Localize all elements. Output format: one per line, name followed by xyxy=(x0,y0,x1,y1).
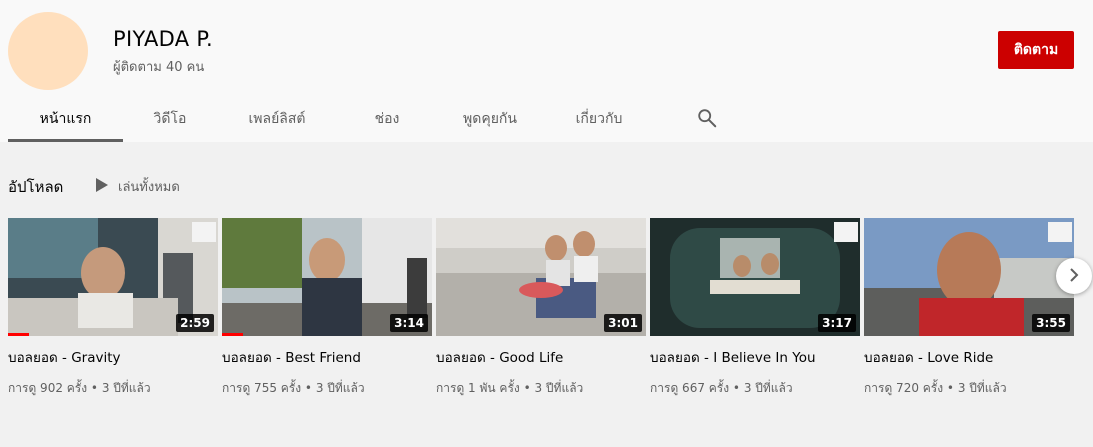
video-card[interactable]: 3:17 บอลยอด - I Believe In You การดู 667… xyxy=(650,218,860,398)
upload-age: 3 ปีที่แล้ว xyxy=(957,381,1007,395)
view-count: การดู 902 ครั้ง xyxy=(8,381,88,395)
video-thumbnail[interactable]: 3:01 xyxy=(436,218,646,336)
view-count: การดู 1 พัน ครั้ง xyxy=(436,381,520,395)
duration-badge: 3:14 xyxy=(390,314,428,332)
video-title[interactable]: บอลยอด - Gravity xyxy=(8,346,218,368)
upload-age: 3 ปีที่แล้ว xyxy=(743,381,793,395)
tab-videos[interactable]: วิดีโอ xyxy=(123,96,217,142)
video-title[interactable]: บอลยอด - Love Ride xyxy=(864,346,1074,368)
video-meta: การดู 902 ครั้ง • 3 ปีที่แล้ว xyxy=(8,381,151,395)
channel-name: PIYADA P. xyxy=(113,27,214,51)
tab-home[interactable]: หน้าแรก xyxy=(8,96,123,142)
upload-age: 3 ปีที่แล้ว xyxy=(101,381,151,395)
view-count: การดู 755 ครั้ง xyxy=(222,381,302,395)
video-thumbnail[interactable]: 2:59 xyxy=(8,218,218,336)
tab-playlists[interactable]: เพลย์ลิสต์ xyxy=(217,96,337,142)
upload-age: 3 ปีที่แล้ว xyxy=(315,381,365,395)
video-card[interactable]: 3:55 บอลยอด - Love Ride การดู 720 ครั้ง … xyxy=(864,218,1074,398)
video-title[interactable]: บอลยอด - Good Life xyxy=(436,346,646,368)
video-thumbnail[interactable]: 3:14 xyxy=(222,218,432,336)
subscribe-button[interactable]: ติดตาม xyxy=(998,31,1074,69)
channel-tabs: หน้าแรก วิดีโอ เพลย์ลิสต์ ช่อง พูดคุยกัน… xyxy=(8,96,655,142)
watch-progress-bar xyxy=(222,333,243,336)
view-count: การดู 667 ครั้ง xyxy=(650,381,730,395)
play-all-label: เล่นทั้งหมด xyxy=(118,180,180,195)
video-title[interactable]: บอลยอด - Best Friend xyxy=(222,346,432,368)
duration-badge: 3:55 xyxy=(1032,314,1070,332)
video-meta: การดู 755 ครั้ง • 3 ปีที่แล้ว xyxy=(222,381,365,395)
play-icon xyxy=(96,177,108,196)
duration-badge: 3:01 xyxy=(604,314,642,332)
subscriber-count: ผู้ติดตาม 40 คน xyxy=(113,60,205,75)
tab-discussion[interactable]: พูดคุยกัน xyxy=(437,96,543,142)
play-all-button[interactable]: เล่นทั้งหมด xyxy=(96,176,180,197)
watch-progress-bar xyxy=(8,333,29,336)
avatar[interactable] xyxy=(8,12,88,90)
upload-age: 3 ปีที่แล้ว xyxy=(534,381,584,395)
video-card[interactable]: 2:59 บอลยอด - Gravity การดู 902 ครั้ง • … xyxy=(8,218,218,398)
video-meta: การดู 720 ครั้ง • 3 ปีที่แล้ว xyxy=(864,381,1007,395)
chevron-right-icon xyxy=(1067,267,1081,286)
view-count: การดู 720 ครั้ง xyxy=(864,381,944,395)
channel-header: PIYADA P. ผู้ติดตาม 40 คน ติดตาม หน้าแรก… xyxy=(0,0,1093,142)
video-thumbnail[interactable]: 3:17 xyxy=(650,218,860,336)
tab-about[interactable]: เกี่ยวกับ xyxy=(543,96,655,142)
video-title[interactable]: บอลยอด - I Believe In You xyxy=(650,346,860,368)
video-thumbnail[interactable]: 3:55 xyxy=(864,218,1074,336)
video-card[interactable]: 3:14 บอลยอด - Best Friend การดู 755 ครั้… xyxy=(222,218,432,398)
duration-badge: 3:17 xyxy=(818,314,856,332)
video-card[interactable]: 3:01 บอลยอด - Good Life การดู 1 พัน ครั้… xyxy=(436,218,646,398)
search-icon[interactable] xyxy=(696,107,718,129)
video-meta: การดู 667 ครั้ง • 3 ปีที่แล้ว xyxy=(650,381,793,395)
duration-badge: 2:59 xyxy=(176,314,214,332)
section-title: อัปโหลด xyxy=(8,178,64,196)
tab-channels[interactable]: ช่อง xyxy=(337,96,437,142)
video-meta: การดู 1 พัน ครั้ง • 3 ปีที่แล้ว xyxy=(436,381,584,395)
next-arrow-button[interactable] xyxy=(1056,258,1092,294)
